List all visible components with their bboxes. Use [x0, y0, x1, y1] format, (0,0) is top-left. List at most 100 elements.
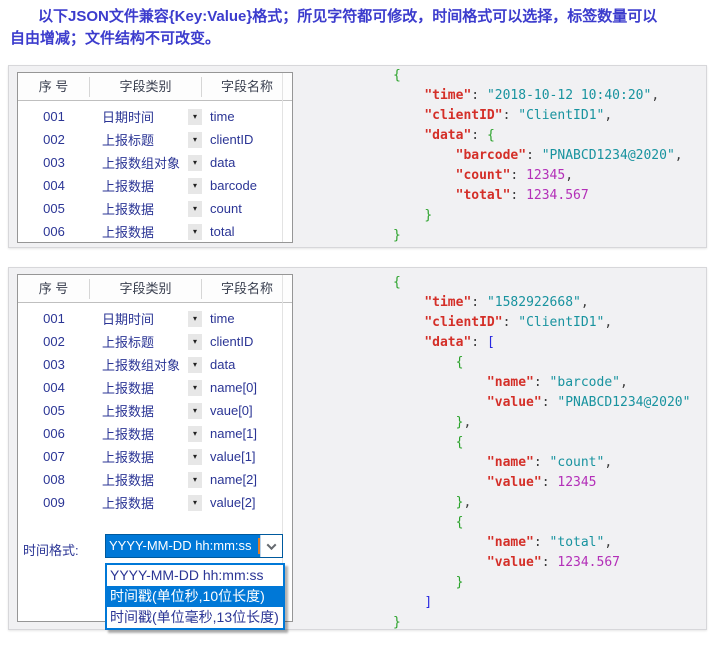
table-row: 002 上报标题 ▾ clientID	[18, 330, 292, 353]
json-code-line: }	[393, 613, 690, 633]
field-name-cell[interactable]: name[0]	[202, 380, 292, 395]
field-name-cell[interactable]: time	[202, 109, 292, 124]
field-name-cell[interactable]: value[1]	[202, 449, 292, 464]
field-name-cell[interactable]: total	[202, 224, 292, 239]
time-format-combobox[interactable]: YYYY-MM-DD hh:mm:ss	[105, 534, 283, 558]
triangle-down-icon: ▾	[193, 360, 197, 369]
time-format-option[interactable]: 时间戳(单位秒,10位长度)	[107, 586, 283, 607]
json-code-line: {	[393, 433, 690, 453]
field-category-cell[interactable]: 上报数据▾	[90, 493, 202, 512]
triangle-down-icon: ▾	[193, 498, 197, 507]
page-title: 以下JSON文件兼容{Key:Value}格式；所见字符都可修改，时间格式可以选…	[10, 6, 710, 50]
field-name-cell[interactable]: time	[202, 311, 292, 326]
time-format-option-list: YYYY-MM-DD hh:mm:ss时间戳(单位秒,10位长度)时间戳(单位毫…	[105, 563, 285, 630]
field-category-cell[interactable]: 上报数组对象 ▾	[90, 355, 202, 374]
column-header: 字段名称	[202, 279, 292, 299]
column-header: 序 号	[18, 279, 90, 299]
field-category-cell[interactable]: 上报数据▾	[90, 447, 202, 466]
field-category-cell[interactable]: 上报数组对象 ▾	[90, 153, 202, 172]
json-code-line: },	[393, 413, 690, 433]
field-name-cell[interactable]: name[1]	[202, 426, 292, 441]
field-name-cell[interactable]: name[2]	[202, 472, 292, 487]
row-number: 009	[18, 495, 90, 510]
field-name-cell[interactable]: data	[202, 155, 292, 170]
row-number: 002	[18, 334, 90, 349]
row-number: 007	[18, 449, 90, 464]
field-name-cell[interactable]: clientID	[202, 132, 292, 147]
table-header-row: 序 号字段类别字段名称	[18, 73, 292, 101]
field-category-cell[interactable]: 上报标题 ▾	[90, 332, 202, 351]
category-dropdown-button[interactable]: ▾	[188, 380, 202, 396]
category-dropdown-button[interactable]: ▾	[188, 132, 202, 148]
json-code-line: "clientID": "ClientID1",	[393, 106, 683, 126]
field-category-cell[interactable]: 上报数据 ▾	[90, 378, 202, 397]
field-name-cell[interactable]: clientID	[202, 334, 292, 349]
column-header: 字段类别	[90, 77, 202, 97]
table-row: 003上报数组对象▾data	[18, 353, 292, 376]
category-dropdown-button[interactable]: ▾	[188, 426, 202, 442]
table-row: 003上报数组对象▾data	[18, 151, 292, 174]
table-body: 001日期时间▾time002上报标题▾clientID003上报数组对象▾da…	[18, 101, 292, 243]
field-name-cell[interactable]: count	[202, 201, 292, 216]
format-panel-keyvalue: 序 号字段类别字段名称001日期时间▾time002上报标题▾clientID0…	[8, 65, 707, 248]
field-category-cell[interactable]: 上报数据▾	[90, 401, 202, 420]
triangle-down-icon: ▾	[193, 475, 197, 484]
format-panel-namevalue: 序 号字段类别字段名称001日期时间▾time002上报标题▾clientID0…	[8, 267, 707, 630]
column-header: 字段名称	[202, 77, 292, 97]
table-row: 005上报数据▾vaue[0]	[18, 399, 292, 422]
time-format-label: 时间格式:	[23, 540, 79, 559]
json-code-line: {	[393, 66, 683, 86]
json-preview: { "time": "2018-10-12 10:40:20", "client…	[393, 66, 683, 246]
field-name-cell[interactable]: value[2]	[202, 495, 292, 510]
title-line-1: 以下JSON文件兼容{Key:Value}格式；所见字符都可修改，时间格式可以选…	[10, 6, 710, 28]
time-format-option[interactable]: 时间戳(单位毫秒,13位长度)	[107, 607, 283, 628]
field-name-cell[interactable]: data	[202, 357, 292, 372]
category-dropdown-button[interactable]: ▾	[188, 449, 202, 465]
json-code-line: }	[393, 206, 683, 226]
field-category-cell[interactable]: 上报数据▾	[90, 222, 202, 241]
field-category-cell[interactable]: 上报数据 ▾	[90, 470, 202, 489]
field-category-value: 上报标题	[102, 332, 154, 351]
json-code-line: "time": "1582922668",	[393, 293, 690, 313]
field-category-value: 上报数据	[102, 176, 154, 195]
field-category-cell[interactable]: 日期时间▾	[90, 309, 202, 328]
category-dropdown-button[interactable]: ▾	[188, 334, 202, 350]
category-dropdown-button[interactable]: ▾	[188, 224, 202, 240]
chevron-down-icon	[267, 540, 277, 550]
triangle-down-icon: ▾	[193, 227, 197, 236]
row-number: 005	[18, 201, 90, 216]
category-dropdown-button[interactable]: ▾	[188, 201, 202, 217]
field-category-value: 上报数据	[102, 470, 154, 489]
row-number: 006	[18, 224, 90, 239]
field-category-value: 上报数组对象	[102, 153, 180, 172]
field-category-value: 上报数据	[102, 378, 154, 397]
column-header: 序 号	[18, 77, 90, 97]
field-category-cell[interactable]: 上报数据 ▾	[90, 199, 202, 218]
triangle-down-icon: ▾	[193, 337, 197, 346]
category-dropdown-button[interactable]: ▾	[188, 109, 202, 125]
category-dropdown-button[interactable]: ▾	[188, 357, 202, 373]
category-dropdown-button[interactable]: ▾	[188, 178, 202, 194]
time-format-option[interactable]: YYYY-MM-DD hh:mm:ss	[107, 565, 283, 586]
json-code-line: "clientID": "ClientID1",	[393, 313, 690, 333]
category-dropdown-button[interactable]: ▾	[188, 311, 202, 327]
category-dropdown-button[interactable]: ▾	[188, 472, 202, 488]
field-category-value: 上报数组对象	[102, 355, 180, 374]
category-dropdown-button[interactable]: ▾	[188, 495, 202, 511]
json-code-line: "value": "PNABCD1234@2020"	[393, 393, 690, 413]
field-category-cell[interactable]: 上报数据 ▾	[90, 176, 202, 195]
title-line-2: 自由增减；文件结构不可改变。	[10, 28, 710, 50]
field-category-cell[interactable]: 日期时间▾	[90, 107, 202, 126]
field-name-cell[interactable]: vaue[0]	[202, 403, 292, 418]
field-name-cell[interactable]: barcode	[202, 178, 292, 193]
field-category-value: 上报数据	[102, 199, 154, 218]
json-code-line: "value": 12345	[393, 473, 690, 493]
row-number: 004	[18, 178, 90, 193]
field-category-cell[interactable]: 上报数据▾	[90, 424, 202, 443]
category-dropdown-button[interactable]: ▾	[188, 403, 202, 419]
category-dropdown-button[interactable]: ▾	[188, 155, 202, 171]
triangle-down-icon: ▾	[193, 406, 197, 415]
table-row: 008上报数据▾name[2]	[18, 468, 292, 491]
combobox-dropdown-button[interactable]	[260, 535, 282, 557]
field-category-cell[interactable]: 上报标题▾	[90, 130, 202, 149]
